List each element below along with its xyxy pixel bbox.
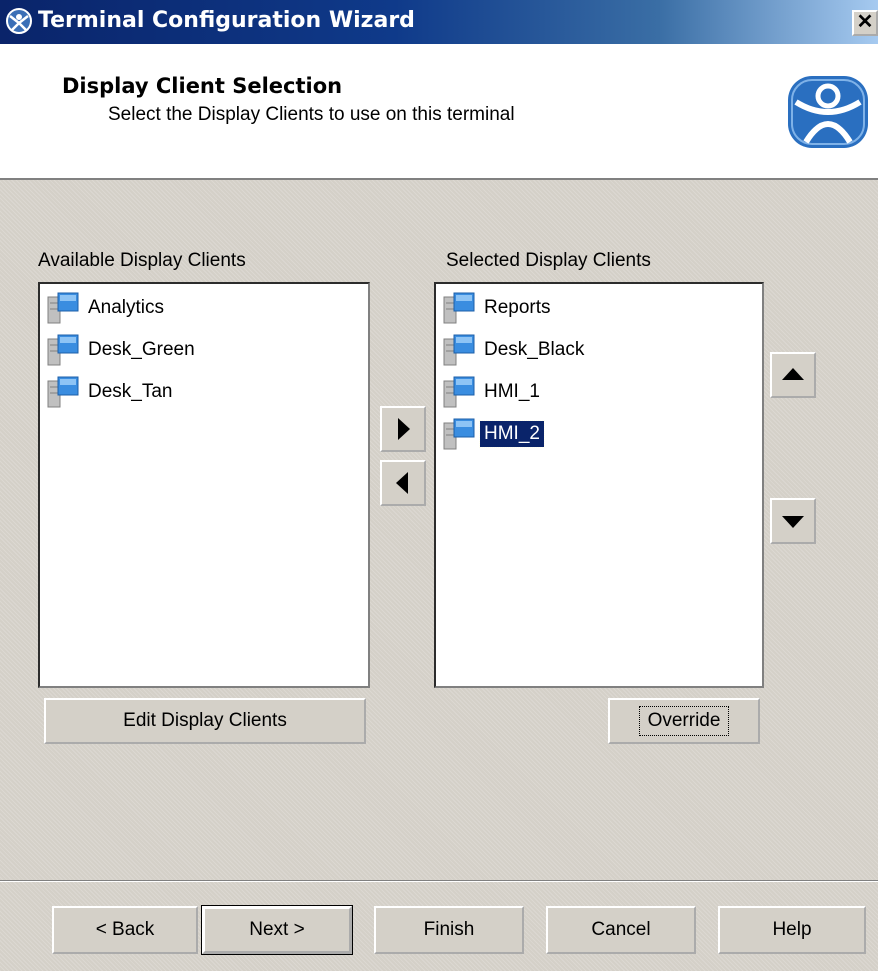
selected-clients-label: Selected Display Clients	[446, 250, 651, 271]
display-client-icon	[442, 333, 476, 367]
list-item-label: HMI_1	[484, 381, 540, 402]
arrow-down-icon	[782, 516, 804, 528]
wizard-header: Display Client Selection Select the Disp…	[0, 44, 878, 180]
finish-button[interactable]: Finish	[374, 906, 524, 954]
list-item[interactable]: Desk_Black	[442, 332, 588, 368]
selected-clients-list[interactable]: Reports Desk_Black HMI_1 HMI_2	[434, 282, 764, 688]
arrow-left-icon	[396, 472, 408, 494]
thinmanager-logo	[786, 74, 870, 150]
thinmanager-icon	[6, 8, 32, 34]
edit-display-clients-button[interactable]: Edit Display Clients	[44, 698, 366, 744]
list-item-label: Reports	[484, 297, 551, 318]
available-clients-label: Available Display Clients	[38, 250, 246, 271]
move-left-button[interactable]	[380, 460, 426, 506]
window-title: Terminal Configuration Wizard	[38, 8, 415, 33]
arrow-up-icon	[782, 368, 804, 380]
available-clients-list[interactable]: Analytics Desk_Green Desk_Tan	[38, 282, 370, 688]
override-button[interactable]: Override	[608, 698, 760, 744]
close-icon: ✕	[856, 11, 874, 33]
display-client-icon	[442, 375, 476, 409]
display-client-icon	[46, 375, 80, 409]
list-item[interactable]: Desk_Green	[46, 332, 199, 368]
help-button[interactable]: Help	[718, 906, 866, 954]
title-bar[interactable]: Terminal Configuration Wizard ✕	[0, 0, 878, 44]
list-item-label: Desk_Black	[484, 339, 585, 360]
list-item-label: HMI_2	[479, 420, 545, 448]
back-button[interactable]: < Back	[52, 906, 198, 954]
list-item-label: Desk_Green	[88, 339, 195, 360]
list-item-selected[interactable]: HMI_2	[442, 416, 545, 452]
list-item[interactable]: Reports	[442, 290, 555, 326]
display-client-icon	[46, 291, 80, 325]
list-item-label: Desk_Tan	[88, 381, 173, 402]
page-title: Display Client Selection	[62, 74, 343, 98]
page-subtitle: Select the Display Clients to use on thi…	[108, 104, 515, 125]
override-button-label: Override	[638, 706, 730, 736]
list-item[interactable]: HMI_1	[442, 374, 544, 410]
move-up-button[interactable]	[770, 352, 816, 398]
list-item[interactable]: Analytics	[46, 290, 168, 326]
arrow-right-icon	[398, 418, 410, 440]
display-client-icon	[442, 417, 476, 451]
next-button[interactable]: Next >	[201, 905, 353, 955]
display-client-icon	[46, 333, 80, 367]
footer-separator	[0, 880, 878, 882]
list-item-label: Analytics	[88, 297, 165, 318]
cancel-button[interactable]: Cancel	[546, 906, 696, 954]
list-item[interactable]: Desk_Tan	[46, 374, 177, 410]
move-down-button[interactable]	[770, 498, 816, 544]
display-client-icon	[442, 291, 476, 325]
close-button[interactable]: ✕	[852, 10, 878, 36]
move-right-button[interactable]	[380, 406, 426, 452]
